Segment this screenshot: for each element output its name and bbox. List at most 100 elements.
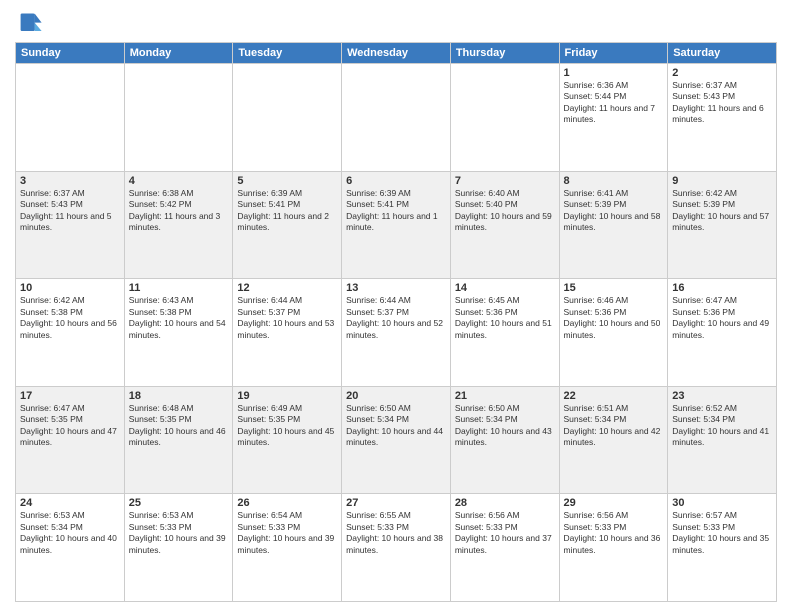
day-number: 24 xyxy=(20,497,120,509)
day-cell: 23Sunrise: 6:52 AM Sunset: 5:34 PM Dayli… xyxy=(668,386,777,494)
day-cell: 1Sunrise: 6:36 AM Sunset: 5:44 PM Daylig… xyxy=(559,64,668,172)
day-number: 8 xyxy=(564,175,664,187)
day-cell: 12Sunrise: 6:44 AM Sunset: 5:37 PM Dayli… xyxy=(233,279,342,387)
day-info: Sunrise: 6:42 AM Sunset: 5:39 PM Dayligh… xyxy=(672,188,772,234)
day-number: 5 xyxy=(237,175,337,187)
day-cell: 21Sunrise: 6:50 AM Sunset: 5:34 PM Dayli… xyxy=(450,386,559,494)
day-cell: 26Sunrise: 6:54 AM Sunset: 5:33 PM Dayli… xyxy=(233,494,342,602)
header-day-monday: Monday xyxy=(124,43,233,64)
day-cell: 20Sunrise: 6:50 AM Sunset: 5:34 PM Dayli… xyxy=(342,386,451,494)
day-info: Sunrise: 6:47 AM Sunset: 5:35 PM Dayligh… xyxy=(20,403,120,449)
day-number: 22 xyxy=(564,390,664,402)
day-cell xyxy=(124,64,233,172)
day-info: Sunrise: 6:43 AM Sunset: 5:38 PM Dayligh… xyxy=(129,295,229,341)
day-info: Sunrise: 6:38 AM Sunset: 5:42 PM Dayligh… xyxy=(129,188,229,234)
day-number: 2 xyxy=(672,67,772,79)
day-cell: 6Sunrise: 6:39 AM Sunset: 5:41 PM Daylig… xyxy=(342,171,451,279)
day-cell: 8Sunrise: 6:41 AM Sunset: 5:39 PM Daylig… xyxy=(559,171,668,279)
day-cell xyxy=(450,64,559,172)
day-info: Sunrise: 6:46 AM Sunset: 5:36 PM Dayligh… xyxy=(564,295,664,341)
day-cell: 19Sunrise: 6:49 AM Sunset: 5:35 PM Dayli… xyxy=(233,386,342,494)
day-number: 4 xyxy=(129,175,229,187)
day-info: Sunrise: 6:50 AM Sunset: 5:34 PM Dayligh… xyxy=(346,403,446,449)
day-number: 27 xyxy=(346,497,446,509)
calendar-header: SundayMondayTuesdayWednesdayThursdayFrid… xyxy=(16,43,777,64)
day-number: 18 xyxy=(129,390,229,402)
day-number: 13 xyxy=(346,282,446,294)
day-info: Sunrise: 6:36 AM Sunset: 5:44 PM Dayligh… xyxy=(564,80,664,126)
day-number: 20 xyxy=(346,390,446,402)
day-number: 15 xyxy=(564,282,664,294)
header-day-tuesday: Tuesday xyxy=(233,43,342,64)
week-row-4: 17Sunrise: 6:47 AM Sunset: 5:35 PM Dayli… xyxy=(16,386,777,494)
day-cell: 16Sunrise: 6:47 AM Sunset: 5:36 PM Dayli… xyxy=(668,279,777,387)
day-number: 6 xyxy=(346,175,446,187)
day-cell: 3Sunrise: 6:37 AM Sunset: 5:43 PM Daylig… xyxy=(16,171,125,279)
day-info: Sunrise: 6:44 AM Sunset: 5:37 PM Dayligh… xyxy=(237,295,337,341)
day-info: Sunrise: 6:57 AM Sunset: 5:33 PM Dayligh… xyxy=(672,510,772,556)
day-cell xyxy=(342,64,451,172)
day-cell: 7Sunrise: 6:40 AM Sunset: 5:40 PM Daylig… xyxy=(450,171,559,279)
day-info: Sunrise: 6:41 AM Sunset: 5:39 PM Dayligh… xyxy=(564,188,664,234)
day-info: Sunrise: 6:56 AM Sunset: 5:33 PM Dayligh… xyxy=(455,510,555,556)
day-cell: 25Sunrise: 6:53 AM Sunset: 5:33 PM Dayli… xyxy=(124,494,233,602)
day-cell: 24Sunrise: 6:53 AM Sunset: 5:34 PM Dayli… xyxy=(16,494,125,602)
header-day-wednesday: Wednesday xyxy=(342,43,451,64)
day-number: 14 xyxy=(455,282,555,294)
day-info: Sunrise: 6:55 AM Sunset: 5:33 PM Dayligh… xyxy=(346,510,446,556)
day-number: 12 xyxy=(237,282,337,294)
day-number: 23 xyxy=(672,390,772,402)
header-day-sunday: Sunday xyxy=(16,43,125,64)
day-number: 25 xyxy=(129,497,229,509)
day-cell: 9Sunrise: 6:42 AM Sunset: 5:39 PM Daylig… xyxy=(668,171,777,279)
day-cell xyxy=(233,64,342,172)
day-number: 30 xyxy=(672,497,772,509)
day-info: Sunrise: 6:48 AM Sunset: 5:35 PM Dayligh… xyxy=(129,403,229,449)
day-number: 7 xyxy=(455,175,555,187)
day-cell: 10Sunrise: 6:42 AM Sunset: 5:38 PM Dayli… xyxy=(16,279,125,387)
header-day-friday: Friday xyxy=(559,43,668,64)
week-row-5: 24Sunrise: 6:53 AM Sunset: 5:34 PM Dayli… xyxy=(16,494,777,602)
header-day-thursday: Thursday xyxy=(450,43,559,64)
day-info: Sunrise: 6:50 AM Sunset: 5:34 PM Dayligh… xyxy=(455,403,555,449)
day-info: Sunrise: 6:49 AM Sunset: 5:35 PM Dayligh… xyxy=(237,403,337,449)
day-info: Sunrise: 6:37 AM Sunset: 5:43 PM Dayligh… xyxy=(672,80,772,126)
day-info: Sunrise: 6:42 AM Sunset: 5:38 PM Dayligh… xyxy=(20,295,120,341)
day-info: Sunrise: 6:40 AM Sunset: 5:40 PM Dayligh… xyxy=(455,188,555,234)
day-info: Sunrise: 6:47 AM Sunset: 5:36 PM Dayligh… xyxy=(672,295,772,341)
logo xyxy=(15,10,47,38)
day-number: 11 xyxy=(129,282,229,294)
day-number: 19 xyxy=(237,390,337,402)
day-cell: 15Sunrise: 6:46 AM Sunset: 5:36 PM Dayli… xyxy=(559,279,668,387)
day-number: 28 xyxy=(455,497,555,509)
day-number: 9 xyxy=(672,175,772,187)
header xyxy=(15,10,777,38)
day-info: Sunrise: 6:44 AM Sunset: 5:37 PM Dayligh… xyxy=(346,295,446,341)
day-cell: 27Sunrise: 6:55 AM Sunset: 5:33 PM Dayli… xyxy=(342,494,451,602)
day-number: 17 xyxy=(20,390,120,402)
logo-icon xyxy=(15,10,43,38)
day-number: 16 xyxy=(672,282,772,294)
header-row: SundayMondayTuesdayWednesdayThursdayFrid… xyxy=(16,43,777,64)
day-cell: 30Sunrise: 6:57 AM Sunset: 5:33 PM Dayli… xyxy=(668,494,777,602)
day-info: Sunrise: 6:39 AM Sunset: 5:41 PM Dayligh… xyxy=(346,188,446,234)
day-number: 26 xyxy=(237,497,337,509)
day-info: Sunrise: 6:37 AM Sunset: 5:43 PM Dayligh… xyxy=(20,188,120,234)
day-number: 1 xyxy=(564,67,664,79)
day-cell: 11Sunrise: 6:43 AM Sunset: 5:38 PM Dayli… xyxy=(124,279,233,387)
day-info: Sunrise: 6:53 AM Sunset: 5:34 PM Dayligh… xyxy=(20,510,120,556)
week-row-2: 3Sunrise: 6:37 AM Sunset: 5:43 PM Daylig… xyxy=(16,171,777,279)
day-cell: 2Sunrise: 6:37 AM Sunset: 5:43 PM Daylig… xyxy=(668,64,777,172)
day-cell: 5Sunrise: 6:39 AM Sunset: 5:41 PM Daylig… xyxy=(233,171,342,279)
page: SundayMondayTuesdayWednesdayThursdayFrid… xyxy=(0,0,792,612)
day-number: 21 xyxy=(455,390,555,402)
day-cell: 13Sunrise: 6:44 AM Sunset: 5:37 PM Dayli… xyxy=(342,279,451,387)
day-info: Sunrise: 6:51 AM Sunset: 5:34 PM Dayligh… xyxy=(564,403,664,449)
week-row-1: 1Sunrise: 6:36 AM Sunset: 5:44 PM Daylig… xyxy=(16,64,777,172)
day-info: Sunrise: 6:39 AM Sunset: 5:41 PM Dayligh… xyxy=(237,188,337,234)
day-cell: 29Sunrise: 6:56 AM Sunset: 5:33 PM Dayli… xyxy=(559,494,668,602)
day-cell: 14Sunrise: 6:45 AM Sunset: 5:36 PM Dayli… xyxy=(450,279,559,387)
day-cell xyxy=(16,64,125,172)
day-number: 29 xyxy=(564,497,664,509)
day-info: Sunrise: 6:52 AM Sunset: 5:34 PM Dayligh… xyxy=(672,403,772,449)
